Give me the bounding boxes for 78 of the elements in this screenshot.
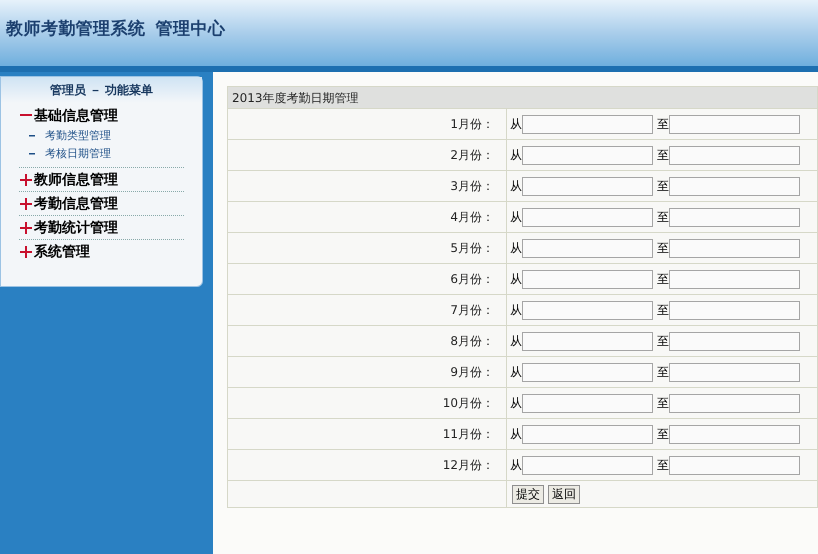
- start-date-field[interactable]: [522, 114, 653, 134]
- start-date-field[interactable]: [522, 424, 653, 444]
- dash-icon: [29, 153, 35, 155]
- range-label: 从: [510, 209, 522, 226]
- month-label: 3月份：: [450, 178, 494, 195]
- end-date-field[interactable]: [669, 300, 800, 320]
- start-date-field[interactable]: [522, 300, 653, 320]
- range-label: 从: [510, 271, 522, 288]
- month-label: 5月份：: [450, 240, 494, 257]
- end-date-field[interactable]: [669, 176, 800, 196]
- range-label: 从: [510, 178, 522, 195]
- end-date-field[interactable]: [669, 208, 800, 226]
- month-label: 7月份：: [450, 302, 494, 319]
- month-label: 1月份：: [450, 116, 494, 133]
- end-date-field[interactable]: [669, 456, 800, 474]
- start-date-field[interactable]: [522, 176, 653, 196]
- range-label: 从: [510, 364, 522, 381]
- menu-group[interactable]: 考勤信息管理: [34, 193, 118, 214]
- end-date-field[interactable]: [669, 394, 800, 412]
- start-date-field[interactable]: [522, 362, 653, 382]
- month-label: 9月份：: [450, 364, 494, 381]
- expand-icon[interactable]: [19, 172, 33, 186]
- month-label: 10月份：: [442, 395, 494, 412]
- month-label: 4月份：: [450, 209, 494, 226]
- month-label: 8月份：: [450, 333, 494, 350]
- start-date-field[interactable]: [522, 208, 653, 226]
- range-label: 至: [657, 209, 669, 226]
- range-label: 至: [657, 116, 669, 133]
- range-label: 至: [657, 302, 669, 319]
- end-date-field[interactable]: [669, 238, 800, 258]
- range-label: 至: [657, 457, 669, 474]
- end-date-field[interactable]: [669, 146, 800, 164]
- range-label: 从: [510, 147, 522, 164]
- month-label: 11月份：: [442, 426, 494, 443]
- dash-icon: [29, 135, 35, 137]
- start-date-field[interactable]: [522, 270, 653, 288]
- menu-item[interactable]: 考核日期管理: [45, 146, 111, 162]
- start-date-field[interactable]: [522, 146, 653, 164]
- form-button[interactable]: 提交: [512, 484, 544, 504]
- end-date-field[interactable]: [669, 424, 800, 444]
- sidebar-title: 管理员 － 功能菜单: [50, 82, 153, 99]
- range-label: 至: [657, 178, 669, 195]
- range-label: 至: [657, 426, 669, 443]
- range-label: 至: [657, 364, 669, 381]
- menu-item[interactable]: 考勤类型管理: [45, 128, 111, 144]
- start-date-field[interactable]: [522, 394, 653, 412]
- menu-group[interactable]: 考勤统计管理: [34, 217, 118, 238]
- range-label: 从: [510, 333, 522, 350]
- expand-icon[interactable]: [19, 196, 33, 210]
- range-label: 从: [510, 457, 522, 474]
- month-label: 6月份：: [450, 271, 494, 288]
- end-date-field[interactable]: [669, 114, 800, 134]
- range-label: 至: [657, 240, 669, 257]
- menu-group[interactable]: 系统管理: [34, 241, 90, 262]
- range-label: 从: [510, 426, 522, 443]
- month-label: 12月份：: [442, 457, 494, 474]
- range-label: 至: [657, 147, 669, 164]
- range-label: 从: [510, 395, 522, 412]
- range-label: 至: [657, 271, 669, 288]
- menu-group[interactable]: 基础信息管理: [34, 104, 118, 126]
- form-button[interactable]: 返回: [548, 484, 580, 504]
- range-label: 从: [510, 116, 522, 133]
- range-label: 至: [657, 395, 669, 412]
- form-title: 2013年度考勤日期管理: [232, 90, 359, 106]
- menu-group[interactable]: 教师信息管理: [34, 169, 118, 190]
- range-label: 至: [657, 333, 669, 350]
- end-date-field[interactable]: [669, 270, 800, 288]
- range-label: 从: [510, 240, 522, 257]
- start-date-field[interactable]: [522, 332, 653, 350]
- month-label: 2月份：: [450, 147, 494, 164]
- start-date-field[interactable]: [522, 456, 653, 474]
- expand-icon[interactable]: [19, 220, 33, 234]
- app-title: 教师考勤管理系统 管理中心: [6, 18, 226, 40]
- start-date-field[interactable]: [522, 238, 653, 258]
- expand-icon[interactable]: [19, 244, 33, 258]
- end-date-field[interactable]: [669, 332, 800, 350]
- range-label: 从: [510, 302, 522, 319]
- end-date-field[interactable]: [669, 362, 800, 382]
